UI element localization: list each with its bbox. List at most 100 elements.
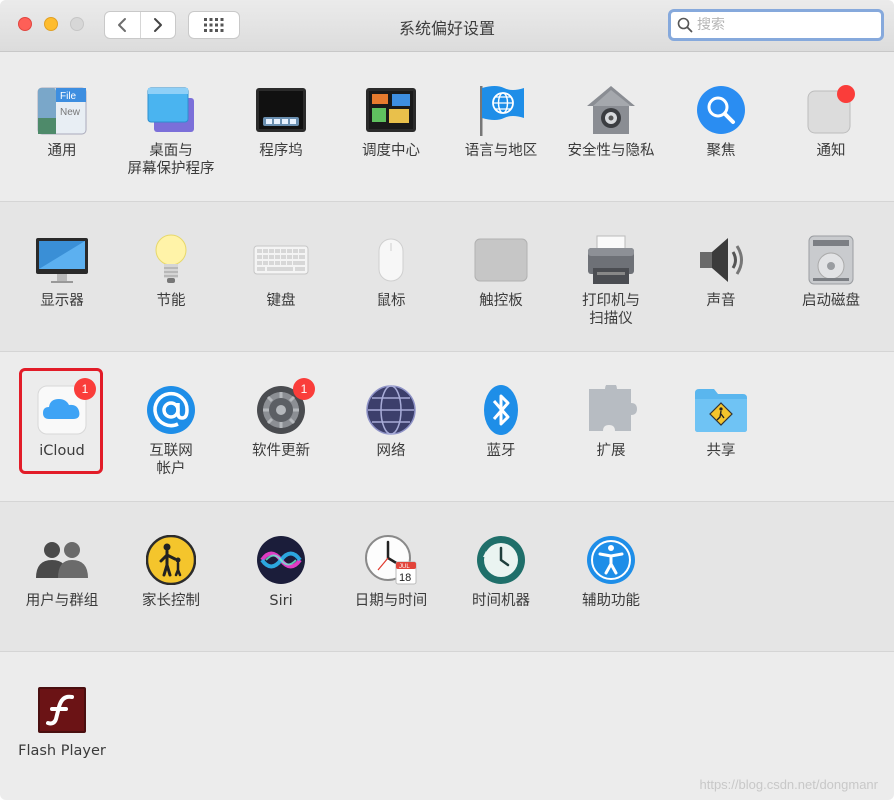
energy-saver-icon bbox=[143, 232, 199, 288]
pref-label: 键盘 bbox=[266, 293, 296, 309]
system-preferences-window: 系统偏好设置 File New 通用 bbox=[0, 0, 894, 800]
accessibility-icon bbox=[583, 532, 639, 588]
pref-keyboard[interactable]: 键盘 bbox=[226, 202, 336, 352]
pref-security-privacy[interactable]: 安全性与隐私 bbox=[556, 52, 666, 202]
pref-mission-control[interactable]: 调度中心 bbox=[336, 52, 446, 202]
notifications-icon bbox=[803, 82, 859, 138]
pref-displays[interactable]: 显示器 bbox=[7, 202, 117, 352]
pref-label: 用户与群组 bbox=[25, 593, 99, 609]
preferences-row-personal: File New 通用 桌面与 屏幕保护程序 程序坞 调度中心 语言与地区 安全… bbox=[0, 52, 894, 202]
pref-flash-player[interactable]: Flash Player bbox=[7, 652, 117, 800]
pref-notifications[interactable]: 通知 bbox=[776, 52, 886, 202]
users-groups-icon bbox=[34, 532, 90, 588]
network-icon bbox=[363, 382, 419, 438]
pref-label: 显示器 bbox=[40, 293, 84, 309]
pref-label: 安全性与隐私 bbox=[567, 143, 655, 159]
calendar-month-text: JUL bbox=[399, 564, 410, 570]
pref-internet-accounts[interactable]: 互联网 帐户 bbox=[116, 352, 226, 502]
pref-label: Siri bbox=[269, 593, 293, 609]
pref-general[interactable]: File New 通用 bbox=[7, 52, 117, 202]
pref-trackpad[interactable]: 触控板 bbox=[446, 202, 556, 352]
preferences-row-system: 用户与群组 家长控制 Siri JUL 18 日期与时间 时间机器 辅助功能 bbox=[0, 502, 894, 652]
sharing-icon bbox=[693, 382, 749, 438]
extensions-icon bbox=[583, 382, 639, 438]
pref-label: 程序坞 bbox=[259, 143, 303, 159]
printer-scanner-icon bbox=[583, 232, 639, 288]
pref-label: 家长控制 bbox=[142, 593, 200, 609]
watermark-text: https://blog.csdn.net/dongmanr bbox=[699, 777, 878, 792]
pref-date-time[interactable]: JUL 18 日期与时间 bbox=[336, 502, 446, 652]
internet-accounts-icon bbox=[143, 382, 199, 438]
pref-siri[interactable]: Siri bbox=[226, 502, 336, 652]
time-machine-icon bbox=[473, 532, 529, 588]
pref-users-groups[interactable]: 用户与群组 bbox=[7, 502, 117, 652]
pref-label: Flash Player bbox=[18, 743, 106, 759]
general-icon: File New bbox=[34, 82, 90, 138]
pref-label: 网络 bbox=[376, 443, 406, 459]
desktop-screensaver-icon bbox=[143, 82, 199, 138]
pref-label: 启动磁盘 bbox=[802, 293, 860, 309]
startup-disk-icon bbox=[803, 232, 859, 288]
pref-software-update[interactable]: 1 软件更新 bbox=[226, 352, 336, 502]
pref-mouse[interactable]: 鼠标 bbox=[336, 202, 446, 352]
pref-label: 节能 bbox=[156, 293, 186, 309]
pref-label: 声音 bbox=[706, 293, 736, 309]
pref-label: 互联网 帐户 bbox=[149, 443, 193, 477]
mission-control-icon bbox=[363, 82, 419, 138]
security-privacy-icon bbox=[583, 82, 639, 138]
pref-label: 语言与地区 bbox=[464, 143, 538, 159]
pref-spotlight[interactable]: 聚焦 bbox=[666, 52, 776, 202]
pref-sharing[interactable]: 共享 bbox=[666, 352, 776, 502]
pref-label: 桌面与 屏幕保护程序 bbox=[127, 143, 215, 177]
pref-startup-disk[interactable]: 启动磁盘 bbox=[776, 202, 886, 352]
siri-icon bbox=[253, 532, 309, 588]
pref-network[interactable]: 网络 bbox=[336, 352, 446, 502]
date-time-icon: JUL 18 bbox=[363, 532, 419, 588]
pref-label: 蓝牙 bbox=[486, 443, 516, 459]
pref-accessibility[interactable]: 辅助功能 bbox=[556, 502, 666, 652]
pref-label: 共享 bbox=[706, 443, 736, 459]
pref-label: 触控板 bbox=[479, 293, 523, 309]
search-icon bbox=[677, 17, 693, 33]
software-update-icon: 1 bbox=[253, 378, 315, 438]
search-field[interactable] bbox=[668, 9, 884, 41]
notification-badge: 1 bbox=[293, 378, 315, 400]
search-input[interactable] bbox=[697, 17, 867, 33]
preferences-row-hardware: 显示器 节能 键盘 鼠标 触控板 打印机与 扫描仪 声音 启动磁盘 bbox=[0, 202, 894, 352]
pref-label: 日期与时间 bbox=[354, 593, 428, 609]
pref-label: 调度中心 bbox=[362, 143, 420, 159]
pref-extensions[interactable]: 扩展 bbox=[556, 352, 666, 502]
sound-icon bbox=[693, 232, 749, 288]
preferences-row-internet: 1 iCloud 互联网 帐户 1 软件更新 网络 蓝牙 扩展 共享 bbox=[0, 352, 894, 502]
mouse-icon bbox=[363, 232, 419, 288]
pref-label: 通用 bbox=[47, 143, 77, 159]
pref-label: 辅助功能 bbox=[582, 593, 640, 609]
pref-label: 鼠标 bbox=[376, 293, 406, 309]
keyboard-icon bbox=[253, 232, 309, 288]
pref-label: 通知 bbox=[816, 143, 846, 159]
pref-parental-controls[interactable]: 家长控制 bbox=[116, 502, 226, 652]
icloud-highlight-box bbox=[19, 368, 103, 474]
general-icon-new-text: New bbox=[60, 107, 81, 118]
title-bar: 系统偏好设置 bbox=[0, 0, 894, 52]
language-region-icon bbox=[473, 82, 529, 138]
pref-time-machine[interactable]: 时间机器 bbox=[446, 502, 556, 652]
pref-energy-saver[interactable]: 节能 bbox=[116, 202, 226, 352]
pref-label: 软件更新 bbox=[252, 443, 310, 459]
pref-sound[interactable]: 声音 bbox=[666, 202, 776, 352]
spotlight-icon bbox=[693, 82, 749, 138]
pref-label: 时间机器 bbox=[472, 593, 530, 609]
pref-desktop-screensaver[interactable]: 桌面与 屏幕保护程序 bbox=[116, 52, 226, 202]
pref-language-region[interactable]: 语言与地区 bbox=[446, 52, 556, 202]
pref-label: 扩展 bbox=[596, 443, 626, 459]
general-icon-file-text: File bbox=[60, 91, 77, 102]
parental-controls-icon bbox=[143, 532, 199, 588]
flash-player-icon bbox=[34, 682, 90, 738]
bluetooth-icon bbox=[473, 382, 529, 438]
pref-label: 聚焦 bbox=[706, 143, 736, 159]
pref-label: 打印机与 扫描仪 bbox=[582, 293, 640, 327]
pref-bluetooth[interactable]: 蓝牙 bbox=[446, 352, 556, 502]
pref-dock[interactable]: 程序坞 bbox=[226, 52, 336, 202]
dock-icon bbox=[253, 82, 309, 138]
pref-printers-scanners[interactable]: 打印机与 扫描仪 bbox=[556, 202, 666, 352]
